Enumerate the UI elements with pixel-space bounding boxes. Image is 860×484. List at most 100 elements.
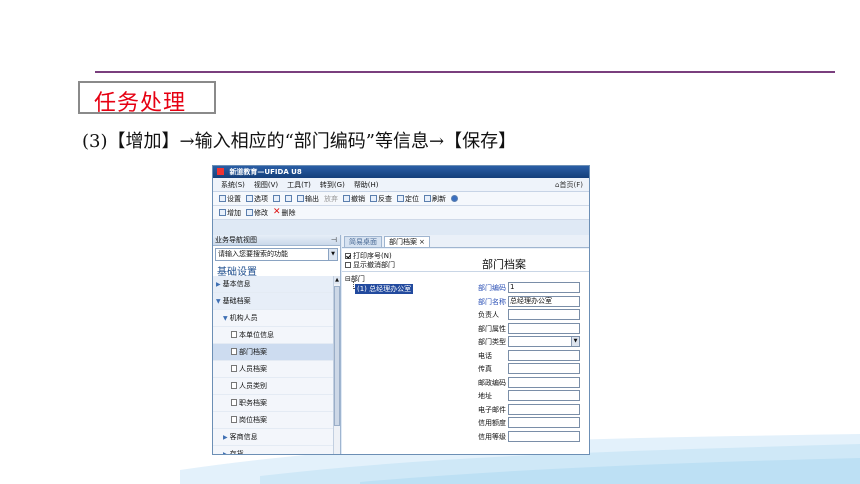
section-title-box: 任务处理 (78, 81, 216, 116)
phone-input[interactable] (508, 349, 580, 361)
pin-icon[interactable]: ⊣ (331, 235, 337, 246)
fax-input[interactable] (508, 363, 580, 374)
expand-arrow-icon: ▶ (223, 434, 228, 441)
options-button[interactable]: 选项 (246, 194, 268, 204)
workspace: 业务导航视图 ⊣ 请输入您要搜索的功能 ▼ 基础设置 ▶ 基本信息 ▼ 基础档案 ▼… (213, 235, 589, 455)
undo-icon (343, 195, 350, 202)
expand-arrow-icon: ▶ (223, 451, 228, 455)
menu-goto[interactable]: 转到(G) (320, 180, 345, 190)
tab-department-archive[interactable]: 部门档案 × (384, 236, 430, 247)
nav-item-personnel-category[interactable]: 人员类别 (213, 378, 333, 395)
tab-simple-desktop[interactable]: 简易桌面 (344, 236, 382, 247)
document-icon (231, 348, 237, 355)
department-code-input[interactable]: 1 (508, 282, 580, 293)
nav-item-personnel-archive[interactable]: 人员档案 (213, 361, 333, 378)
settings-icon (219, 195, 226, 202)
field-label: 部门类型 (478, 338, 506, 346)
nav-item-inventory[interactable]: ▶ 存货 (213, 446, 333, 455)
address-input[interactable] (508, 390, 580, 401)
collapse-arrow-icon: ▼ (216, 298, 221, 305)
settings-button[interactable]: 设置 (219, 194, 241, 204)
department-name-input[interactable]: 总经理办公室 (508, 295, 580, 307)
function-search-input[interactable]: 请输入您要搜索的功能 ▼ (215, 248, 338, 261)
export-label: 输出 (305, 194, 319, 203)
close-icon[interactable]: × (419, 238, 425, 246)
window-title: 新道教育—UFIDA U8 (229, 168, 302, 176)
discard-button[interactable]: 放弃 (324, 194, 338, 204)
edit-button[interactable]: 修改 (246, 208, 268, 218)
options-label: 选项 (254, 194, 268, 203)
undo-button[interactable]: 撤销 (343, 194, 365, 204)
refresh-button[interactable]: 刷新 (424, 194, 446, 204)
undo-label: 撤销 (351, 194, 365, 203)
print-button[interactable] (273, 195, 280, 202)
menu-help[interactable]: 帮助(H) (354, 180, 379, 190)
scrollbar-thumb[interactable] (334, 286, 340, 426)
nav-item-customer-supplier[interactable]: ▶ 客商信息 (213, 429, 333, 446)
search-placeholder: 请输入您要搜索的功能 (218, 250, 288, 258)
credit-rating-input[interactable] (508, 430, 580, 442)
delete-label: 删除 (281, 208, 296, 217)
department-type-select[interactable]: ▼ (508, 336, 580, 347)
menu-bar: 系统(S) 视图(V) 工具(T) 转到(G) 帮助(H) ⌂首页(F) (213, 178, 589, 192)
locate-button[interactable]: 定位 (397, 194, 419, 204)
preview-button[interactable] (285, 195, 292, 202)
nav-item-unit-info[interactable]: 本单位信息 (213, 327, 333, 344)
field-label: 电子邮件 (478, 405, 506, 414)
document-icon (231, 331, 237, 338)
nav-item-label: 人员类别 (239, 382, 267, 390)
show-cancelled-label: 显示撤消部门 (353, 261, 395, 269)
instruction-text: (3)【增加】→输入相应的“部门编码”等信息→【保存】 (82, 131, 517, 152)
department-attribute-input[interactable] (508, 322, 580, 334)
discard-label: 放弃 (324, 194, 338, 203)
show-cancelled-checkbox[interactable]: 显示撤消部门 (345, 260, 395, 270)
sidebar-scrollbar[interactable]: ▲ (333, 276, 340, 454)
nav-item-label: 人员档案 (239, 365, 267, 373)
manager-input[interactable] (508, 309, 580, 320)
email-input[interactable] (508, 403, 580, 415)
menu-system[interactable]: 系统(S) (221, 180, 245, 190)
nav-item-label: 客商信息 (229, 433, 258, 441)
menu-tools[interactable]: 工具(T) (287, 180, 311, 190)
help-icon (451, 195, 458, 202)
nav-item-position-archive[interactable]: 职务档案 (213, 395, 333, 412)
add-icon (219, 209, 226, 216)
document-icon (231, 365, 237, 372)
delete-icon: ✕ (273, 207, 281, 217)
navigation-sidebar: 业务导航视图 ⊣ 请输入您要搜索的功能 ▼ 基础设置 ▶ 基本信息 ▼ 基础档案 ▼… (213, 235, 341, 455)
field-label: 邮政编码 (478, 378, 506, 387)
home-button[interactable]: ⌂首页(F) (555, 180, 583, 190)
delete-button[interactable]: ✕ 删除 (273, 208, 296, 218)
top-divider (95, 71, 835, 73)
printer-icon (273, 195, 280, 202)
chevron-down-icon[interactable]: ▼ (571, 337, 579, 346)
scroll-up-icon[interactable]: ▲ (334, 276, 340, 284)
print-serial-label: 打印序号(N) (353, 252, 392, 260)
department-tree: ⊟部门 (1) 总经理办公室 (345, 274, 414, 294)
menu-view[interactable]: 视图(V) (254, 180, 278, 190)
export-button[interactable]: 输出 (297, 194, 319, 204)
field-label: 地址 (478, 392, 492, 400)
preview-icon (285, 195, 292, 202)
tree-node-selected[interactable]: (1) 总经理办公室 (355, 284, 414, 294)
credit-limit-input[interactable] (508, 417, 580, 428)
checkbox-checked (345, 253, 351, 259)
nav-item-basic-archives[interactable]: ▼ 基础档案 (213, 293, 333, 310)
chevron-down-icon[interactable]: ▼ (328, 249, 337, 260)
main-panel: 简易桌面 部门档案 × 打印序号(N) 显示撤消部门 部门档案 ⊟部门 (1) 总… (342, 235, 589, 454)
reverse-lookup-button[interactable]: 反查 (370, 194, 392, 204)
nav-item-department-archive[interactable]: 部门档案 (213, 344, 333, 361)
add-button[interactable]: 增加 (219, 208, 241, 218)
reverse-lookup-label: 反查 (378, 194, 392, 203)
help-button[interactable] (451, 195, 458, 202)
department-archive-form: 打印序号(N) 显示撤消部门 部门档案 ⊟部门 (1) 总经理办公室 部门编码 1… (342, 249, 589, 454)
tab-strip: 简易桌面 部门档案 × (342, 235, 589, 248)
nav-item-basic-info[interactable]: ▶ 基本信息 (213, 276, 333, 293)
document-icon (231, 399, 237, 406)
field-label: 部门名称 (478, 297, 506, 306)
nav-item-post-archive[interactable]: 岗位档案 (213, 412, 333, 429)
document-icon (231, 382, 237, 389)
content-divider (342, 271, 589, 272)
postal-code-input[interactable] (508, 376, 580, 388)
nav-item-org-personnel[interactable]: ▼ 机构人员 (213, 310, 333, 327)
